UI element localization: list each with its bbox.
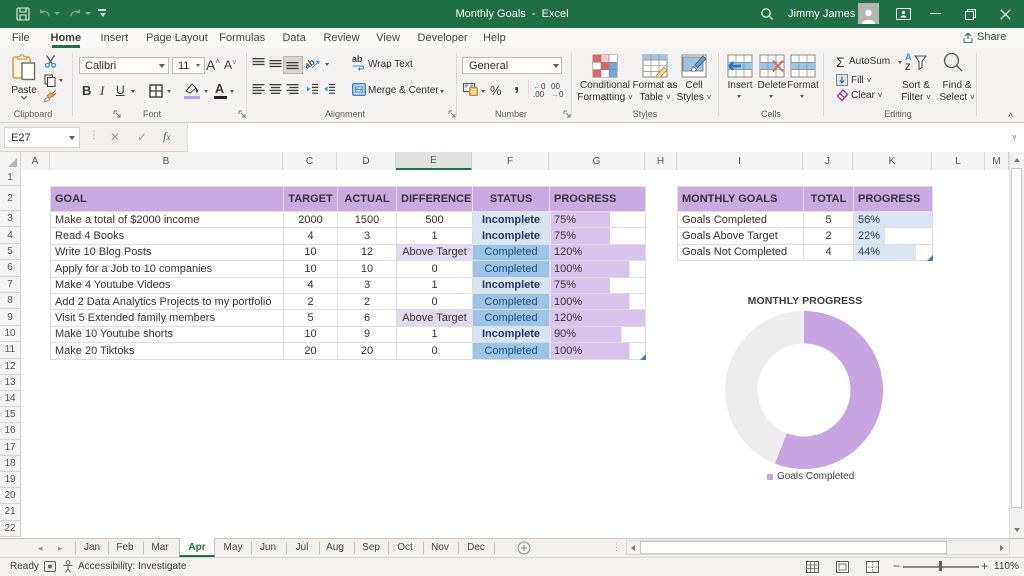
svg-text:ab: ab	[306, 56, 317, 71]
